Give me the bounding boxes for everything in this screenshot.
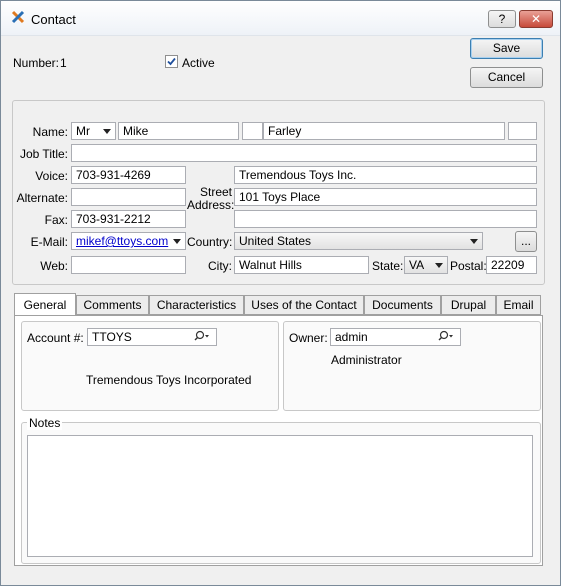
tab-label: Email <box>503 298 534 312</box>
number-value: 1 <box>60 56 67 70</box>
magnifier-dropdown-icon[interactable] <box>194 330 210 345</box>
city-label: City: <box>208 259 232 273</box>
company-field[interactable]: Tremendous Toys Inc. <box>234 166 537 184</box>
country-value: United States <box>239 234 312 248</box>
tab-general[interactable]: General <box>14 293 76 316</box>
country-combo[interactable]: United States <box>234 232 483 250</box>
account-value: TTOYS <box>92 330 132 344</box>
voice-field[interactable]: 703-931-4269 <box>71 166 186 184</box>
alternate-label: Alternate: <box>16 191 68 205</box>
chevron-down-icon <box>173 239 181 244</box>
web-label: Web: <box>40 259 68 273</box>
active-checkbox[interactable] <box>165 55 178 68</box>
account-name: Tremendous Toys Incorporated <box>86 373 252 387</box>
fax-label: Fax: <box>44 213 68 227</box>
tab-documents[interactable]: Documents <box>364 295 441 315</box>
tab-uses-of-contact[interactable]: Uses of the Contact <box>244 295 364 315</box>
app-icon <box>11 10 25 24</box>
country-label: Country: <box>187 235 233 249</box>
tab-email[interactable]: Email <box>496 295 541 315</box>
notes-label: Notes <box>27 416 63 430</box>
email-combo[interactable]: mikef@ttoys.com <box>71 232 186 250</box>
email-label: E-Mail: <box>30 235 68 249</box>
save-button[interactable]: Save <box>470 38 543 59</box>
suffix-field[interactable] <box>508 122 537 140</box>
first-name-field[interactable]: Mike <box>118 122 239 140</box>
job-title-field[interactable] <box>71 144 537 162</box>
owner-name: Administrator <box>331 353 402 367</box>
cancel-button[interactable]: Cancel <box>470 67 543 88</box>
fax-field[interactable]: 703-931-2212 <box>71 210 186 228</box>
street2-field[interactable] <box>234 210 537 228</box>
job-title-label: Job Title: <box>19 147 68 161</box>
city-field[interactable]: Walnut Hills <box>234 256 369 274</box>
last-name-field[interactable]: Farley <box>263 122 505 140</box>
street1-field[interactable]: 101 Toys Place <box>234 188 537 206</box>
tab-label: Uses of the Contact <box>251 298 357 312</box>
state-combo[interactable]: VA <box>404 256 448 274</box>
help-button[interactable]: ? <box>488 10 516 28</box>
state-value: VA <box>409 258 425 272</box>
title-bar: Contact ? ✕ <box>1 1 560 36</box>
chevron-down-icon <box>103 129 111 134</box>
window-title: Contact <box>31 12 76 27</box>
account-field[interactable]: TTOYS <box>87 328 217 346</box>
cancel-label: Cancel <box>487 70 526 84</box>
contact-window: Contact ? ✕ Number: 1 Active Save Cancel… <box>0 0 561 586</box>
state-label: State: <box>372 259 404 273</box>
help-icon: ? <box>498 12 506 26</box>
honorific-combo[interactable]: Mr <box>71 122 116 140</box>
email-link[interactable]: mikef@ttoys.com <box>76 234 168 248</box>
tab-comments[interactable]: Comments <box>76 295 149 315</box>
owner-value: admin <box>335 330 368 344</box>
close-button[interactable]: ✕ <box>519 10 553 28</box>
owner-field[interactable]: admin <box>330 328 461 346</box>
honorific-value: Mr <box>76 124 90 138</box>
address-more-button[interactable]: ... <box>515 231 537 252</box>
chevron-down-icon <box>470 239 478 244</box>
street-label-line2: Address: <box>187 198 235 212</box>
magnifier-dropdown-icon[interactable] <box>438 330 454 345</box>
chevron-down-icon <box>435 263 443 268</box>
tab-drupal[interactable]: Drupal <box>441 295 496 315</box>
number-label: Number: <box>13 56 60 70</box>
name-label: Name: <box>32 125 68 139</box>
voice-label: Voice: <box>35 169 68 183</box>
alternate-field[interactable] <box>71 188 186 206</box>
web-field[interactable] <box>71 256 186 274</box>
checkmark-icon <box>167 57 176 66</box>
tab-label: Comments <box>83 298 142 312</box>
tab-characteristics[interactable]: Characteristics <box>149 295 244 315</box>
owner-label: Owner: <box>289 331 328 345</box>
tab-label: Drupal <box>450 298 487 312</box>
ellipsis-icon: ... <box>520 234 531 248</box>
active-label: Active <box>182 56 215 70</box>
account-label: Account #: <box>27 331 84 345</box>
middle-name-field[interactable] <box>242 122 263 140</box>
postal-label: Postal: <box>450 259 487 273</box>
close-icon: ✕ <box>530 12 542 26</box>
tab-label: Documents <box>372 298 433 312</box>
save-label: Save <box>492 41 521 55</box>
tab-label: General <box>23 298 67 312</box>
tab-label: Characteristics <box>156 298 237 312</box>
postal-field[interactable]: 22209 <box>486 256 537 274</box>
notes-textarea[interactable] <box>27 435 533 557</box>
street-label-line1: Street <box>199 185 232 199</box>
